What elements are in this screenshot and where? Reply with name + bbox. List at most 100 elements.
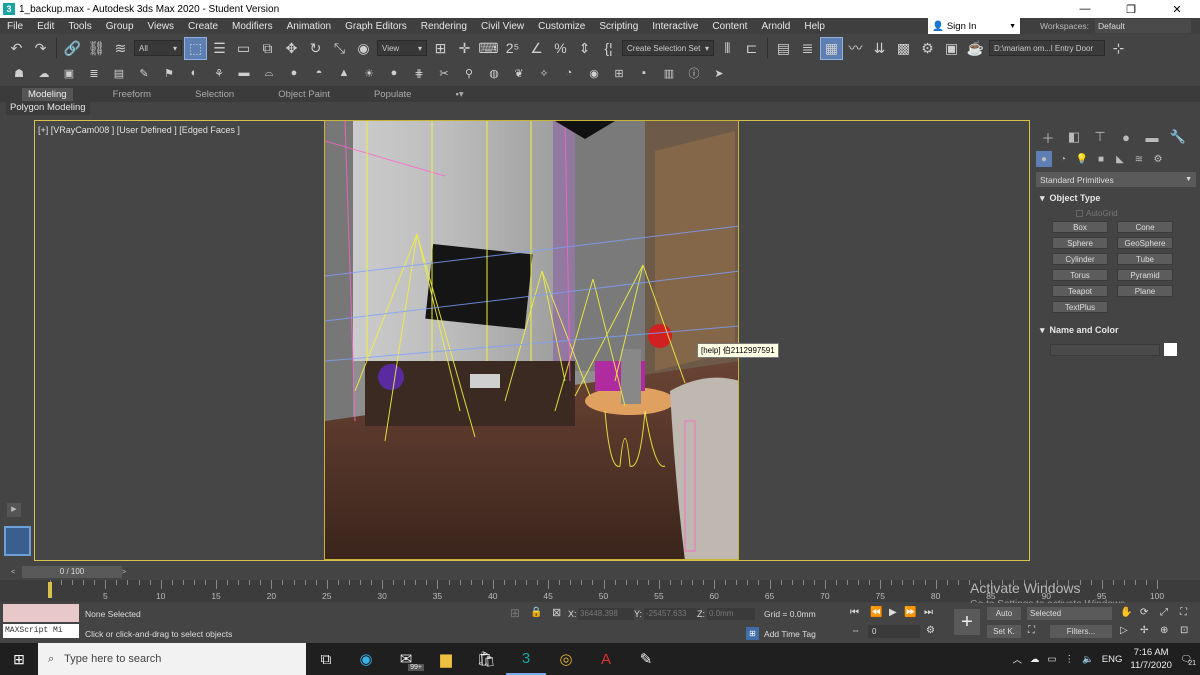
vray-physical-camera-icon[interactable]: ⚲ (458, 64, 480, 82)
teapot-button[interactable]: Teapot (1052, 285, 1108, 297)
torus-button[interactable]: Torus (1052, 269, 1108, 281)
play-arrow-icon[interactable]: ▶ (7, 503, 21, 517)
cursor-icon[interactable]: ➤ (708, 64, 730, 82)
redo-icon[interactable]: ↷ (30, 38, 51, 59)
vray-camera-icon[interactable]: ⚘ (208, 64, 230, 82)
workspaces-dropdown[interactable]: Default (1094, 19, 1191, 33)
menu-views[interactable]: Views (141, 21, 182, 32)
move-icon[interactable]: ✥ (281, 38, 302, 59)
pivot-icon[interactable]: ⊞ (430, 38, 451, 59)
camera-view-render[interactable] (324, 120, 739, 560)
object-type-rollout-header[interactable]: ▾ Object Type (1036, 191, 1192, 205)
lights-icon[interactable]: 💡 (1074, 151, 1090, 167)
zoom-all-icon[interactable]: ⊕ (1160, 625, 1168, 636)
volume-icon[interactable]: 🔈 (1082, 654, 1094, 665)
set-key-mode-button[interactable]: Set K. (987, 625, 1021, 638)
sphere-button[interactable]: Sphere (1052, 237, 1108, 249)
selection-filter-dropdown[interactable]: All ▾ (134, 40, 182, 56)
plane-button[interactable]: Plane (1117, 285, 1173, 297)
minimize-button[interactable]: — (1062, 3, 1108, 16)
vray-plane-light-icon[interactable]: ▬ (233, 64, 255, 82)
vray-fur-icon[interactable]: ✂ (433, 64, 455, 82)
percent-snap-icon[interactable]: % (550, 38, 571, 59)
vray-object-props-icon[interactable]: ▪ (633, 64, 655, 82)
box-button[interactable]: Box (1052, 221, 1108, 233)
modify-tab-icon[interactable]: ◧ (1064, 127, 1084, 147)
vray-scene-converter-icon[interactable]: ⊞ (608, 64, 630, 82)
vray-proxy-icon[interactable]: ⋕ (408, 64, 430, 82)
ribbon-options-icon[interactable]: ▪▾ (455, 89, 463, 100)
menu-tools[interactable]: Tools (61, 21, 98, 32)
key-mode-icon[interactable]: ⇔ (851, 625, 860, 635)
vray-misc-icon[interactable]: ▥ (658, 64, 680, 82)
align-icon[interactable]: ⊏ (741, 38, 762, 59)
play-icon[interactable]: ▶ (889, 607, 897, 618)
name-color-rollout-header[interactable]: ▾ Name and Color (1036, 323, 1192, 337)
vray-lister-icon[interactable]: ⚑ (158, 64, 180, 82)
menu-group[interactable]: Group (99, 21, 141, 32)
file-explorer-icon[interactable]: ▆ (426, 643, 466, 675)
add-time-tag[interactable]: ⊞ Add Time Tag (746, 627, 816, 640)
schematic-view-icon[interactable]: ⇊ (869, 38, 890, 59)
vray-teapot-icon[interactable]: ☗ (8, 64, 30, 82)
create-selection-set-dropdown[interactable]: Create Selection Set ▾ (622, 40, 714, 56)
absolute-mode-icon[interactable]: ⊠ (552, 606, 561, 619)
create-tab-icon[interactable]: ＋ (1038, 127, 1058, 147)
vray-material-icon[interactable]: ◔ (558, 64, 580, 82)
z-coord-field[interactable]: 0.0mm (707, 608, 755, 620)
reference-coord-dropdown[interactable]: View ▾ (377, 40, 427, 56)
scene-explorer-icon[interactable]: ▤ (773, 38, 794, 59)
pyramid-button[interactable]: Pyramid (1117, 269, 1173, 281)
undo-icon[interactable]: ↶ (6, 38, 27, 59)
project-folder-icon[interactable]: ⊹ (1108, 38, 1129, 59)
geometry-icon[interactable]: ● (1036, 151, 1052, 167)
maximize-viewport-icon[interactable]: ⛶ (1180, 607, 1187, 618)
help-icon[interactable]: ⓘ (683, 64, 705, 82)
onedrive-icon[interactable]: ☁ (1030, 654, 1040, 665)
menu-scripting[interactable]: Scripting (592, 21, 645, 32)
current-frame-marker[interactable] (48, 582, 52, 598)
notification-icon[interactable]: 🗨 21 (1180, 654, 1196, 667)
key-filter-dropdown[interactable]: Selected (1027, 607, 1112, 620)
time-slider[interactable]: 0 / 100 (22, 566, 122, 578)
vray-tool-icon[interactable]: ✧ (533, 64, 555, 82)
vray-layers-icon[interactable]: ≣ (83, 64, 105, 82)
3dsmax-taskbar-icon[interactable]: 3 (506, 643, 546, 675)
select-by-name-icon[interactable]: ☰ (209, 38, 230, 59)
walk-icon[interactable]: ✢ (1140, 625, 1148, 636)
display-tab-icon[interactable]: ▬ (1142, 127, 1162, 147)
project-folder-field[interactable]: D:\mariam om...l Entry Door (989, 40, 1105, 56)
vray-light-lister-icon[interactable]: ✎ (133, 64, 155, 82)
vray-dome-light-icon[interactable]: ⌓ (258, 64, 280, 82)
fov-icon[interactable]: ▷ (1120, 625, 1128, 636)
maximize-button[interactable]: ❐ (1108, 3, 1154, 16)
window-crossing-icon[interactable]: ⧉ (257, 38, 278, 59)
menu-create[interactable]: Create (181, 21, 225, 32)
time-config-icon[interactable]: ⚙ (926, 625, 935, 636)
spacewarps-icon[interactable]: ≋ (1131, 151, 1147, 167)
sign-in-dropdown[interactable]: 👤 Sign In ▼ (928, 18, 1020, 34)
pan-icon[interactable]: ✋ (1120, 607, 1132, 618)
tab-object-paint[interactable]: Object Paint (278, 89, 330, 100)
goto-start-icon[interactable]: ⏮ (850, 607, 859, 618)
windows-start-icon[interactable]: ⊞ (0, 643, 38, 675)
vray-cloud-icon[interactable]: ☁ (33, 64, 55, 82)
textplus-button[interactable]: TextPlus (1052, 301, 1108, 313)
current-frame-field[interactable]: 0 (868, 625, 920, 638)
paint-icon[interactable]: ✎ (626, 643, 666, 675)
select-object-icon[interactable]: ⬚ (184, 36, 207, 60)
utilities-tab-icon[interactable]: 🔧 (1168, 127, 1188, 147)
key-filters-icon[interactable]: ⛶ (1028, 625, 1035, 636)
next-frame-arrow-icon[interactable]: > (118, 566, 130, 578)
material-editor-icon[interactable]: ▩ (893, 38, 914, 59)
mail-icon[interactable]: ✉ 99+ (386, 643, 426, 675)
menu-graph-editors[interactable]: Graph Editors (338, 21, 414, 32)
clock[interactable]: 7:16 AM 11/7/2020 (1130, 646, 1172, 672)
prev-key-icon[interactable]: ⏪ (870, 607, 882, 618)
menu-rendering[interactable]: Rendering (414, 21, 474, 32)
vray-mesh-light-icon[interactable]: ◓ (308, 64, 330, 82)
keyboard-shortcut-icon[interactable]: ⌨ (478, 38, 499, 59)
edge-browser-icon[interactable]: ◉ (346, 643, 386, 675)
network-icon[interactable]: ⋮ (1064, 654, 1074, 665)
y-coord-field[interactable]: -25457.633 (644, 608, 700, 620)
